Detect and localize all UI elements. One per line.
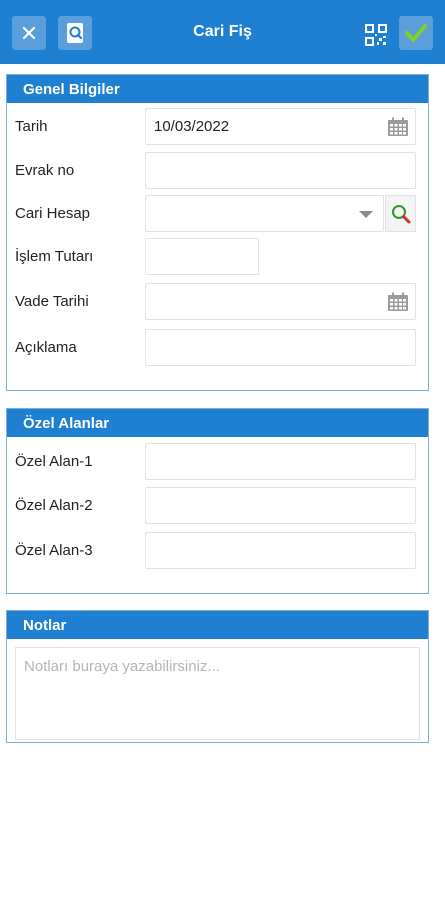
- ozel-alan-3-field[interactable]: [145, 532, 416, 569]
- section-header: Notlar: [7, 611, 428, 639]
- close-icon: [22, 26, 36, 40]
- tarih-label: Tarih: [15, 118, 48, 135]
- notes-textarea[interactable]: Notları buraya yazabilirsiniz...: [15, 647, 420, 740]
- tarih-value: 10/03/2022: [154, 118, 230, 135]
- section-header: Özel Alanlar: [7, 409, 428, 437]
- vade-tarihi-row: Vade Tarihi: [7, 283, 430, 321]
- aciklama-field[interactable]: [145, 329, 416, 366]
- document-search-button[interactable]: [58, 16, 92, 50]
- islem-tutari-field[interactable]: [145, 238, 259, 275]
- ozel-alanlar-section: Özel Alanlar Özel Alan-1 Özel Alan-2 Öze…: [6, 408, 429, 594]
- ozel-alan-3-label: Özel Alan-3: [15, 542, 93, 559]
- notes-placeholder: Notları buraya yazabilirsiniz...: [24, 658, 220, 675]
- cari-hesap-select[interactable]: [145, 195, 384, 232]
- vade-tarihi-label: Vade Tarihi: [15, 293, 89, 310]
- calendar-icon[interactable]: [387, 292, 409, 312]
- islem-tutari-row: İşlem Tutarı: [7, 238, 430, 276]
- qr-scan-icon[interactable]: [363, 22, 389, 48]
- islem-tutari-label: İşlem Tutarı: [15, 248, 94, 265]
- check-icon: [405, 24, 427, 42]
- ozel-alan-2-row: Özel Alan-2: [7, 487, 430, 525]
- ozel-alan-1-label: Özel Alan-1: [15, 453, 93, 470]
- evrak-label: Evrak no: [15, 162, 75, 179]
- cari-lookup-button[interactable]: [385, 195, 416, 232]
- ozel-alan-1-field[interactable]: [145, 443, 416, 480]
- search-icon: [391, 204, 410, 223]
- close-button[interactable]: [12, 16, 46, 50]
- tarih-row: Tarih 10/03/2022: [7, 108, 430, 146]
- top-toolbar: Cari Fiş: [0, 0, 445, 64]
- vade-tarihi-field[interactable]: [145, 283, 416, 320]
- evrak-row: Evrak no: [7, 152, 430, 190]
- document-search-icon: [67, 23, 83, 43]
- calendar-icon[interactable]: [387, 117, 409, 137]
- section-header: Genel Bilgiler: [7, 75, 428, 103]
- chevron-down-icon: [359, 211, 373, 218]
- ozel-alan-1-row: Özel Alan-1: [7, 443, 430, 481]
- aciklama-row: Açıklama: [7, 329, 430, 367]
- evrak-field[interactable]: [145, 152, 416, 189]
- genel-bilgiler-section: Genel Bilgiler Tarih 10/03/2022 Evrak no…: [6, 74, 429, 391]
- page-title: Cari Fiş: [193, 23, 252, 40]
- ozel-alan-2-label: Özel Alan-2: [15, 497, 93, 514]
- cari-hesap-label: Cari Hesap: [15, 205, 91, 222]
- aciklama-label: Açıklama: [15, 339, 77, 356]
- confirm-button[interactable]: [399, 16, 433, 50]
- ozel-alan-2-field[interactable]: [145, 487, 416, 524]
- notlar-section: Notlar Notları buraya yazabilirsiniz...: [6, 610, 429, 743]
- ozel-alan-3-row: Özel Alan-3: [7, 532, 430, 570]
- cari-hesap-row: Cari Hesap: [7, 195, 430, 233]
- tarih-field[interactable]: 10/03/2022: [145, 108, 416, 145]
